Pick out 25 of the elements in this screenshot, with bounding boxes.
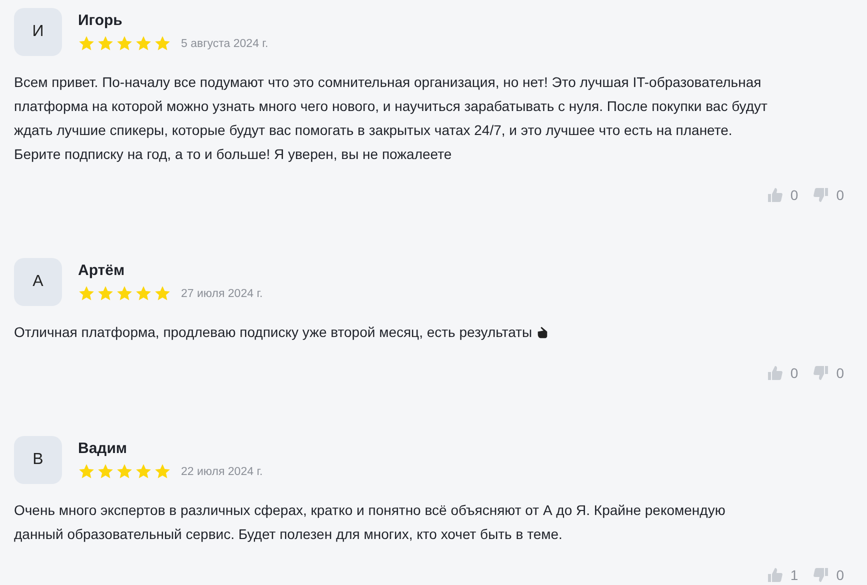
pointing-hand-icon <box>536 326 550 339</box>
user-avatar: А <box>14 258 62 306</box>
dislike-count: 0 <box>836 187 844 203</box>
review-text: Всем привет. По-началу все подумают что это сомнительная организация, но нет! Это лучшая IT-образовательная платформа на которой можно узнать много чего нового, и научиться зарабатывать с нуля. После покупки вас будут ждать лучшие спикеры, которые будут вас помогать в закрытых чатах 24/7, и это лучшее что есть на планете. Берите подписку на год, а то и больше! Я уверен, вы не пожалеете <box>14 73 768 164</box>
thumbs-down-icon[interactable] <box>812 364 830 382</box>
review-date: 22 июля 2024 г. <box>181 466 263 478</box>
user-avatar: В <box>14 436 62 484</box>
review-text: Отличная платформа, продлеваю подписку уже второй месяц, есть результаты <box>14 320 774 344</box>
like-count: 0 <box>790 365 798 381</box>
reviewer-name: Артём <box>78 262 125 279</box>
review-date: 5 августа 2024 г. <box>181 38 268 50</box>
user-avatar: И <box>14 8 62 56</box>
thumbs-down-icon[interactable] <box>812 186 830 204</box>
reviewer-name: Вадим <box>78 440 128 457</box>
review-text: Очень много экспертов в различных сферах, кратко и понятно всё объясняют от А до Я. Крайне рекомендую данный образовательный сервис. Будет полезен для многих, кто хочет быть в теме. <box>14 501 726 544</box>
dislike-count: 0 <box>836 365 844 381</box>
reviewer-name: Игорь <box>78 12 122 29</box>
thumbs-up-icon[interactable] <box>766 186 784 204</box>
thumbs-down-icon[interactable] <box>812 566 830 584</box>
dislike-count: 0 <box>836 567 844 583</box>
like-count: 0 <box>790 187 798 203</box>
like-count: 1 <box>790 567 798 583</box>
review-date: 27 июля 2024 г. <box>181 288 263 300</box>
thumbs-up-icon[interactable] <box>766 566 784 584</box>
thumbs-up-icon[interactable] <box>766 364 784 382</box>
